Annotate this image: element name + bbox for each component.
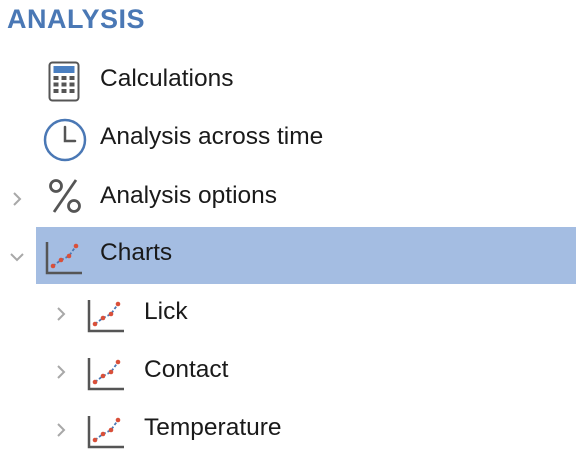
- tree-item-label: Lick: [144, 298, 188, 325]
- section-title: ANALYSIS: [7, 4, 146, 34]
- clock-icon: [42, 118, 88, 169]
- percent-icon: [48, 178, 82, 219]
- tree-item-charts[interactable]: Charts: [0, 227, 580, 284]
- tree-item-lick[interactable]: Lick: [0, 286, 580, 342]
- tree-item-label: Charts: [100, 239, 173, 266]
- chevron-right-icon[interactable]: [53, 422, 69, 438]
- chart-icon: [86, 298, 126, 339]
- analysis-panel: ANALYSIS Calculations Analysis across ti: [0, 0, 580, 454]
- chevron-right-icon[interactable]: [53, 306, 69, 322]
- chevron-right-icon[interactable]: [9, 191, 25, 207]
- tree-item-label: Analysis options: [100, 182, 278, 209]
- chart-icon: [86, 414, 126, 454]
- chevron-down-icon[interactable]: [9, 249, 25, 265]
- chart-icon: [44, 240, 84, 281]
- chart-icon: [86, 356, 126, 397]
- chevron-right-icon[interactable]: [53, 364, 69, 380]
- calculator-icon: [48, 61, 82, 108]
- tree-item-label: Calculations: [100, 65, 234, 92]
- tree-item-label: Temperature: [144, 414, 282, 441]
- tree-item-temperature[interactable]: Temperature: [0, 402, 580, 454]
- tree-item-label: Contact: [144, 356, 229, 383]
- tree-item-contact[interactable]: Contact: [0, 344, 580, 400]
- tree-item-calculations[interactable]: Calculations: [0, 53, 580, 109]
- tree-item-label: Analysis across time: [100, 123, 324, 150]
- tree-item-analysis-across-time[interactable]: Analysis across time: [0, 111, 580, 167]
- tree-item-analysis-options[interactable]: Analysis options: [0, 170, 580, 226]
